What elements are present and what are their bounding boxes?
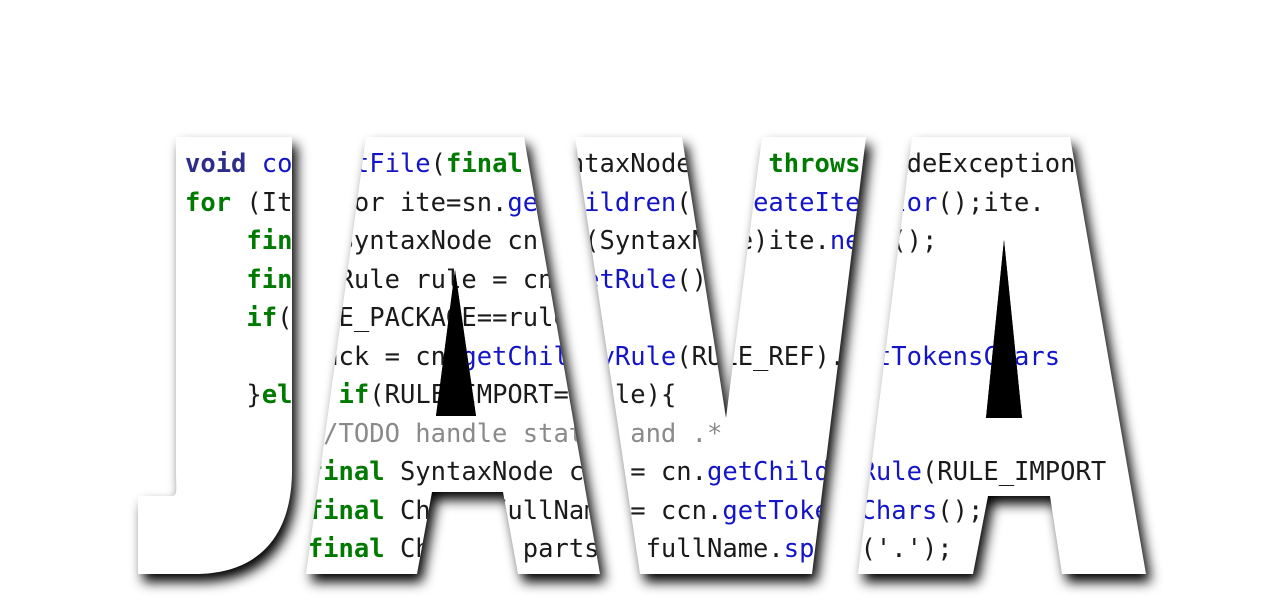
code-line: //TODO handle static and .* [185, 415, 723, 454]
code-token: (); [937, 495, 984, 526]
code-text-layer: void convertFile(final SyntaxNode sn) th… [138, 137, 1146, 574]
code-token: final [307, 534, 385, 564]
code-token: final [246, 226, 324, 256]
code-token: SyntaxNode ccn = cn. [384, 457, 707, 487]
code-token: getRule [568, 264, 677, 295]
code-token: void [185, 149, 262, 179]
code-line: final SyntaxNode cn = (SyntaxNode)ite.ne… [185, 222, 937, 261]
code-line: if(RULE_PACKAGE==rule){ [185, 299, 600, 338]
code-token: (RULE_IMPORT==rule){ [369, 380, 677, 410]
code-token: (Iterator ite=sn. [231, 187, 508, 218]
code-token: final [446, 149, 523, 179]
code-token: (RULE_IMPORT [921, 457, 1107, 487]
code-token: SyntaxNode sn) [522, 149, 769, 179]
code-token: } [185, 380, 262, 410]
code-token: pack = cn. [185, 341, 462, 372]
code-token: if [246, 303, 278, 333]
code-token: convertFile [261, 149, 431, 179]
code-token: if [338, 380, 370, 410]
code-token: getChildByRule [707, 457, 922, 487]
code-token: getChildren [507, 187, 677, 218]
code-token: ('.'); [860, 534, 953, 564]
code-line: final Chars fullName = ccn.getTokensChar… [185, 492, 984, 531]
code-token: final [307, 495, 385, 526]
java-logo-artwork: void convertFile(final SyntaxNode sn) th… [138, 137, 1151, 582]
code-token: (RULE_REF). [676, 341, 846, 372]
code-line: final Chars[] parts = fullName.split('.'… [185, 530, 953, 569]
code-line: void convertFile(final SyntaxNode sn) th… [185, 145, 1091, 184]
code-token: getChildByRule [461, 341, 677, 372]
code-line: pack = cn.getChildByRule(RULE_REF).getTo… [185, 338, 1060, 377]
code-token: final [246, 264, 324, 295]
code-token: CodeException{ [860, 149, 1091, 179]
code-line: for (Iterator ite=sn.getChildren().creat… [185, 184, 1045, 223]
code-token: (RULE_PACKAGE==rule){ [277, 303, 600, 333]
code-token: throws [768, 149, 861, 179]
code-token: ();ite. [937, 187, 1045, 218]
code-token: createIterator [722, 187, 938, 218]
code-token: getTokensChars [845, 341, 1061, 372]
code-token: ( [430, 149, 447, 179]
code-token: SyntaxNode cn = (SyntaxNode)ite. [323, 226, 830, 256]
code-token: next [829, 226, 892, 256]
code-token: (); [676, 264, 723, 295]
code-token: Rule rule = cn. [323, 264, 569, 295]
code-token: (). [676, 187, 723, 218]
code-token: (); [891, 226, 938, 256]
code-token: getTokensChars [722, 495, 938, 526]
code-token: final [307, 457, 385, 487]
code-token: Chars[] parts = fullName. [384, 534, 784, 564]
code-line: }else if(RULE_IMPORT==rule){ [185, 376, 676, 415]
code-token: for [185, 187, 232, 218]
code-line: final SyntaxNode ccn = cn.getChildByRule… [185, 453, 1106, 492]
code-token: //TODO handle static and .* [185, 418, 723, 449]
